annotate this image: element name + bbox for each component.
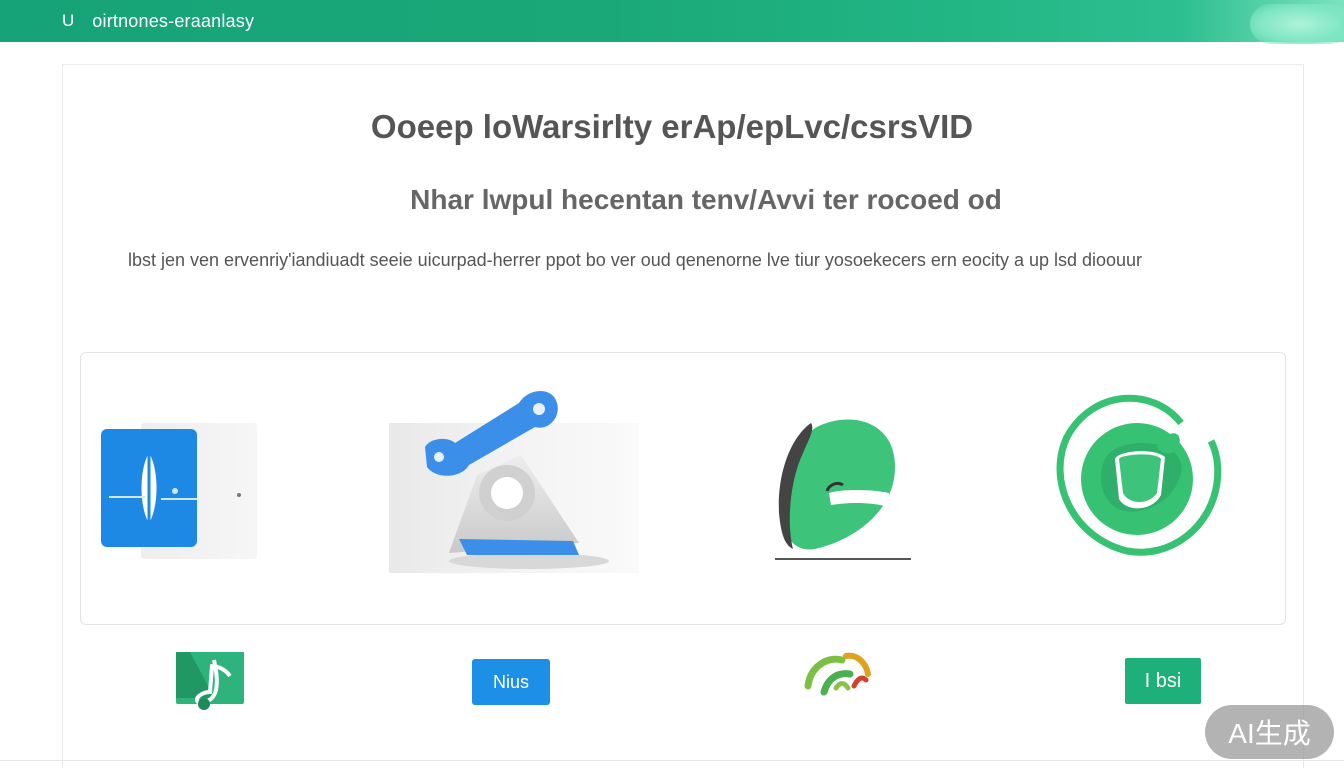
- swirl-icon: [804, 652, 871, 696]
- header-glow-decoration: [1250, 4, 1344, 44]
- swirl-badge[interactable]: [800, 648, 876, 698]
- ibsi-badge[interactable]: I bsi: [1125, 658, 1201, 704]
- music-badge[interactable]: [176, 652, 244, 710]
- feature-ring[interactable]: [1053, 387, 1223, 559]
- feature-mount[interactable]: [389, 383, 639, 579]
- chat-bubble-icon: [775, 419, 911, 560]
- watermark-label: AI生成: [1228, 718, 1311, 749]
- frame-bottom-divider: [0, 760, 1344, 761]
- feature-document[interactable]: [101, 421, 259, 561]
- document-dot: [237, 493, 241, 497]
- feature-panel: [80, 352, 1286, 625]
- music-note-icon: [176, 652, 244, 710]
- ibsi-badge-label: I bsi: [1144, 669, 1182, 692]
- document-icon: [101, 429, 197, 547]
- hero-subtitle: Nhar lwpul hecentan tenv/Avvi ter rocoed…: [410, 184, 1002, 215]
- mount-arm-icon: [389, 391, 639, 573]
- feature-chat[interactable]: [771, 413, 913, 565]
- nius-badge-label: Nius: [492, 671, 529, 692]
- ring-icon: [1056, 394, 1222, 556]
- hero-description: lbst jen ven ervenriy'iandiuadt seeie ui…: [128, 250, 1143, 270]
- ai-generated-watermark: AI生成: [1205, 705, 1334, 759]
- nius-badge[interactable]: Nius: [472, 659, 550, 705]
- top-nav-bar: U oirtnones-eraanlasy: [0, 0, 1344, 44]
- brand-mark[interactable]: U: [62, 11, 74, 31]
- hero-title: Ooeep loWarsirlty erAp/epLvc/csrsVID: [370, 108, 974, 145]
- brand-name[interactable]: oirtnones-eraanlasy: [92, 11, 254, 32]
